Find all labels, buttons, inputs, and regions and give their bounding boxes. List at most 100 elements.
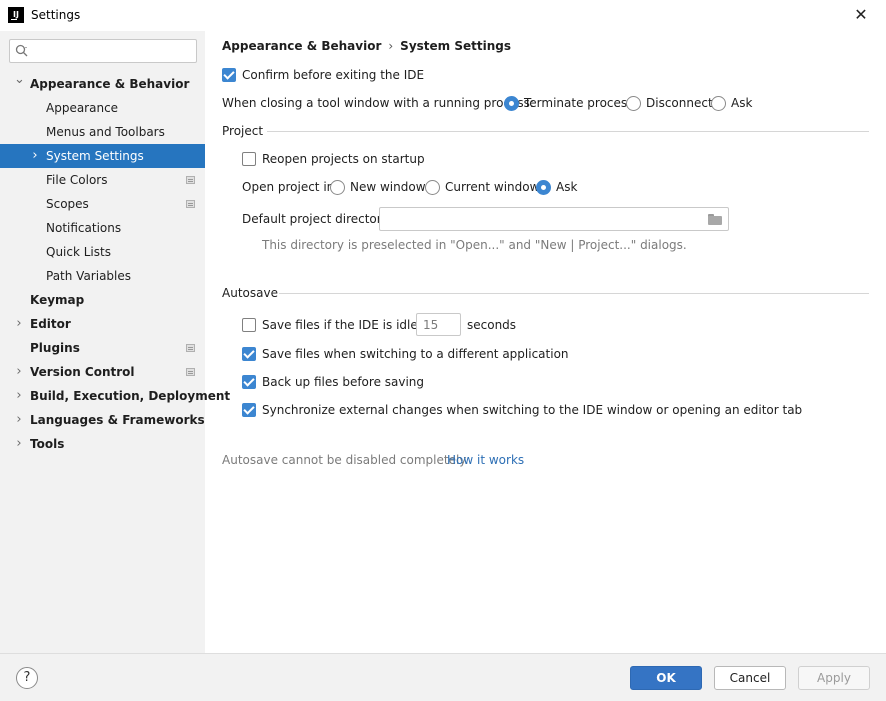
project-scope-icon (186, 176, 195, 184)
chevron-right-icon[interactable]: › (14, 408, 24, 432)
new-window-radio[interactable] (330, 180, 345, 195)
disconnect-radio[interactable] (626, 96, 641, 111)
sidebar-item-label: Plugins (30, 341, 80, 355)
intellij-app-icon: IJ (8, 7, 24, 23)
sidebar-item-label: Tools (30, 437, 65, 451)
folder-icon[interactable] (708, 214, 722, 225)
close-window-button[interactable]: ✕ (848, 4, 874, 26)
sidebar-item-label: Menus and Toolbars (46, 125, 165, 139)
reopen-projects-label: Reopen projects on startup (262, 152, 425, 166)
backup-files-checkbox[interactable] (242, 375, 256, 389)
idle-seconds-field[interactable]: 15 (416, 313, 461, 336)
sync-external-label: Synchronize external changes when switch… (262, 403, 803, 417)
settings-tree: ⌄ Appearance & Behavior Appearance Menus an… (0, 72, 230, 456)
terminate-process-label: Terminate process (524, 96, 634, 110)
sidebar-item-scopes[interactable]: Scopes (0, 192, 205, 216)
terminate-process-radio[interactable] (504, 96, 519, 111)
ok-button[interactable]: OK (630, 666, 702, 690)
sidebar-item-system-settings[interactable]: › System Settings (0, 144, 205, 168)
sidebar-item-version-control[interactable]: › Version Control (0, 360, 205, 384)
default-project-dir-field[interactable] (379, 207, 729, 231)
dialog-footer: ? OK Cancel Apply (0, 653, 886, 701)
sidebar-item-label: Quick Lists (46, 245, 111, 259)
save-idle-label: Save files if the IDE is idle for (262, 318, 439, 332)
how-it-works-link[interactable]: How it works (447, 453, 524, 467)
sidebar-item-label: Path Variables (46, 269, 132, 283)
sidebar-item-plugins[interactable]: Plugins (0, 336, 205, 360)
sidebar-item-keymap[interactable]: Keymap (0, 288, 205, 312)
confirm-exit-label: Confirm before exiting the IDE (242, 68, 425, 82)
sidebar-search-input[interactable] (34, 42, 192, 60)
current-window-label: Current window (445, 180, 540, 194)
chevron-right-icon[interactable]: › (14, 432, 24, 456)
search-icon (15, 44, 29, 58)
sidebar-search-box[interactable] (9, 39, 197, 63)
sidebar-item-appearance[interactable]: Appearance (0, 96, 205, 120)
breadcrumb-current: System Settings (400, 39, 511, 53)
project-section-divider (267, 131, 869, 132)
chevron-right-icon[interactable]: › (30, 144, 40, 168)
default-project-dir-label: Default project directory: (242, 212, 392, 226)
sidebar-item-editor[interactable]: › Editor (0, 312, 205, 336)
chevron-right-icon[interactable]: › (14, 384, 24, 408)
chevron-right-icon[interactable]: › (14, 312, 24, 336)
sidebar-item-appearance-behavior[interactable]: ⌄ Appearance & Behavior (0, 72, 205, 96)
open-ask-radio[interactable] (536, 180, 551, 195)
sidebar-item-label: Notifications (46, 221, 122, 235)
sidebar-item-label: Appearance & Behavior (30, 77, 190, 91)
ask-radio[interactable] (711, 96, 726, 111)
title-bar: IJ Settings ✕ (0, 0, 886, 31)
current-window-radio[interactable] (425, 180, 440, 195)
breadcrumb-separator: › (388, 39, 394, 53)
sidebar-item-label: Editor (30, 317, 71, 331)
backup-files-label: Back up files before saving (262, 375, 425, 389)
default-project-dir-hint: This directory is preselected in "Open..… (262, 238, 687, 252)
sidebar-item-label: Version Control (30, 365, 135, 379)
sidebar-item-label: File Colors (46, 173, 108, 187)
breadcrumb: Appearance & Behavior › System Settings (222, 39, 511, 53)
sidebar-item-menus-and-toolbars[interactable]: Menus and Toolbars (0, 120, 205, 144)
idle-seconds-unit: seconds (467, 318, 517, 332)
sidebar-item-languages-frameworks[interactable]: › Languages & Frameworks (0, 408, 205, 432)
autosave-section-divider (279, 293, 869, 294)
confirm-exit-checkbox[interactable] (222, 68, 236, 82)
disconnect-label: Disconnect (646, 96, 713, 110)
project-scope-icon (186, 344, 195, 352)
sidebar-item-label: Build, Execution, Deployment (30, 389, 231, 403)
save-on-switch-checkbox[interactable] (242, 347, 256, 361)
chevron-down-icon[interactable]: ⌄ (14, 68, 25, 92)
ask-label: Ask (731, 96, 753, 110)
chevron-right-icon[interactable]: › (14, 360, 24, 384)
new-window-label: New window (350, 180, 426, 194)
idle-seconds-value: 15 (423, 318, 439, 332)
help-button[interactable]: ? (16, 667, 38, 689)
sidebar-item-quick-lists[interactable]: Quick Lists (0, 240, 205, 264)
window-title: Settings (31, 8, 81, 22)
sidebar-item-label: System Settings (46, 149, 144, 163)
settings-sidebar: ⌄ Appearance & Behavior Appearance Menus an… (0, 31, 230, 653)
sidebar-item-build-execution-deployment[interactable]: › Build, Execution, Deployment (0, 384, 230, 408)
sync-external-checkbox[interactable] (242, 403, 256, 417)
sidebar-item-notifications[interactable]: Notifications (0, 216, 205, 240)
save-idle-checkbox[interactable] (242, 318, 256, 332)
sidebar-item-file-colors[interactable]: File Colors (0, 168, 205, 192)
sidebar-item-label: Appearance (46, 101, 119, 115)
reopen-projects-checkbox[interactable] (242, 152, 256, 166)
cancel-button[interactable]: Cancel (714, 666, 786, 690)
sidebar-item-label: Keymap (30, 293, 85, 307)
autosave-section-title: Autosave (222, 286, 278, 300)
autosave-note: Autosave cannot be disabled completely. (222, 453, 469, 467)
sidebar-item-label: Languages & Frameworks (30, 413, 205, 427)
project-scope-icon (186, 200, 195, 208)
open-project-in-label: Open project in (242, 180, 335, 194)
sidebar-item-tools[interactable]: › Tools (0, 432, 205, 456)
apply-button[interactable]: Apply (798, 666, 870, 690)
project-scope-icon (186, 368, 195, 376)
sidebar-item-path-variables[interactable]: Path Variables (0, 264, 205, 288)
project-section-title: Project (222, 124, 264, 138)
save-on-switch-label: Save files when switching to a different… (262, 347, 569, 361)
breadcrumb-parent[interactable]: Appearance & Behavior (222, 39, 381, 53)
tool-window-process-label: When closing a tool window with a runnin… (222, 96, 534, 110)
open-ask-label: Ask (556, 180, 578, 194)
sidebar-item-label: Scopes (46, 197, 89, 211)
